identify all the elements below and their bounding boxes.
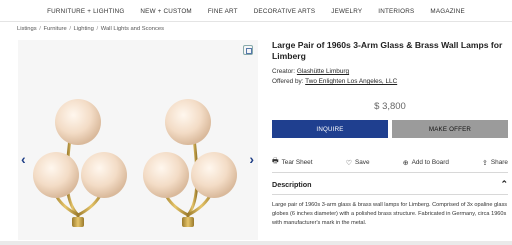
- top-navigation: FURNITURE + LIGHTING NEW + CUSTOM FINE A…: [0, 0, 512, 22]
- breadcrumb-furniture[interactable]: Furniture: [44, 26, 67, 32]
- creator-row: Creator: Glashütte Limburg: [272, 67, 508, 77]
- creator-label: Creator:: [272, 68, 296, 75]
- tear-sheet-label: Tear Sheet: [281, 159, 313, 166]
- share-label: Share: [490, 159, 508, 166]
- offered-by-label: Offered by:: [272, 78, 304, 85]
- nav-item-interiors[interactable]: INTERIORS: [370, 8, 422, 15]
- save-label: Save: [354, 159, 370, 166]
- next-image-arrow-icon[interactable]: ›: [249, 152, 254, 166]
- share-icon: ⇪: [482, 159, 488, 167]
- add-board-icon: ⊕: [402, 159, 409, 167]
- divider: [272, 194, 508, 195]
- nav-item-furniture-lighting[interactable]: FURNITURE + LIGHTING: [39, 8, 132, 15]
- breadcrumb-lighting[interactable]: Lighting: [74, 26, 94, 32]
- heart-icon: ♡: [345, 159, 352, 167]
- printer-icon: 🖶: [272, 158, 279, 165]
- product-actions: 🖶 Tear Sheet ♡ Save ⊕ Add to Board ⇪ Sha…: [272, 157, 508, 168]
- description-heading: Description: [272, 180, 312, 189]
- nav-item-jewelry[interactable]: JEWELRY: [323, 8, 370, 15]
- product-info-panel: Large Pair of 1960s 3-Arm Glass & Brass …: [272, 40, 508, 226]
- purchase-buttons: INQUIRE MAKE OFFER: [272, 120, 508, 138]
- nav-item-new-custom[interactable]: NEW + CUSTOM: [132, 8, 199, 15]
- breadcrumb: Listings / Furniture / Lighting / Wall L…: [17, 26, 164, 32]
- expand-icon[interactable]: [243, 45, 253, 55]
- creator-link[interactable]: Glashütte Limburg: [297, 68, 349, 75]
- nav-item-fine-art[interactable]: FINE ART: [200, 8, 246, 15]
- add-to-board-label: Add to Board: [411, 159, 449, 166]
- product-meta: Creator: Glashütte Limburg Offered by: T…: [272, 67, 508, 87]
- offered-by-row: Offered by: Two Enlighten Los Angeles, L…: [272, 77, 508, 87]
- product-title: Large Pair of 1960s 3-Arm Glass & Brass …: [272, 40, 503, 61]
- nav-item-decorative-arts[interactable]: DECORATIVE ARTS: [246, 8, 324, 15]
- chevron-up-icon[interactable]: ⌃: [500, 179, 508, 190]
- breadcrumb-listings[interactable]: Listings: [17, 26, 37, 32]
- product-photo[interactable]: [18, 40, 258, 240]
- inquire-button[interactable]: INQUIRE: [272, 120, 388, 138]
- divider: [272, 172, 508, 173]
- price: $ 3,800: [374, 101, 406, 112]
- previous-image-arrow-icon[interactable]: ‹: [21, 152, 26, 166]
- make-offer-button[interactable]: MAKE OFFER: [392, 120, 508, 138]
- product-image-gallery: ‹ ›: [18, 40, 258, 240]
- dealer-link[interactable]: Two Enlighten Los Angeles, LLC: [305, 78, 397, 85]
- description-text: Large pair of 1960s 3-arm glass & brass …: [272, 202, 508, 226]
- nav-item-magazine[interactable]: MAGAZINE: [422, 8, 473, 15]
- add-to-board-button[interactable]: ⊕ Add to Board: [403, 157, 449, 168]
- tear-sheet-button[interactable]: 🖶 Tear Sheet: [272, 157, 313, 168]
- share-button[interactable]: ⇪ Share: [482, 157, 508, 168]
- bottom-scroll-area: [0, 241, 512, 245]
- breadcrumb-wall-lights[interactable]: Wall Lights and Sconces: [101, 26, 164, 32]
- save-button[interactable]: ♡ Save: [346, 157, 370, 168]
- description-header[interactable]: Description ⌃: [272, 179, 508, 190]
